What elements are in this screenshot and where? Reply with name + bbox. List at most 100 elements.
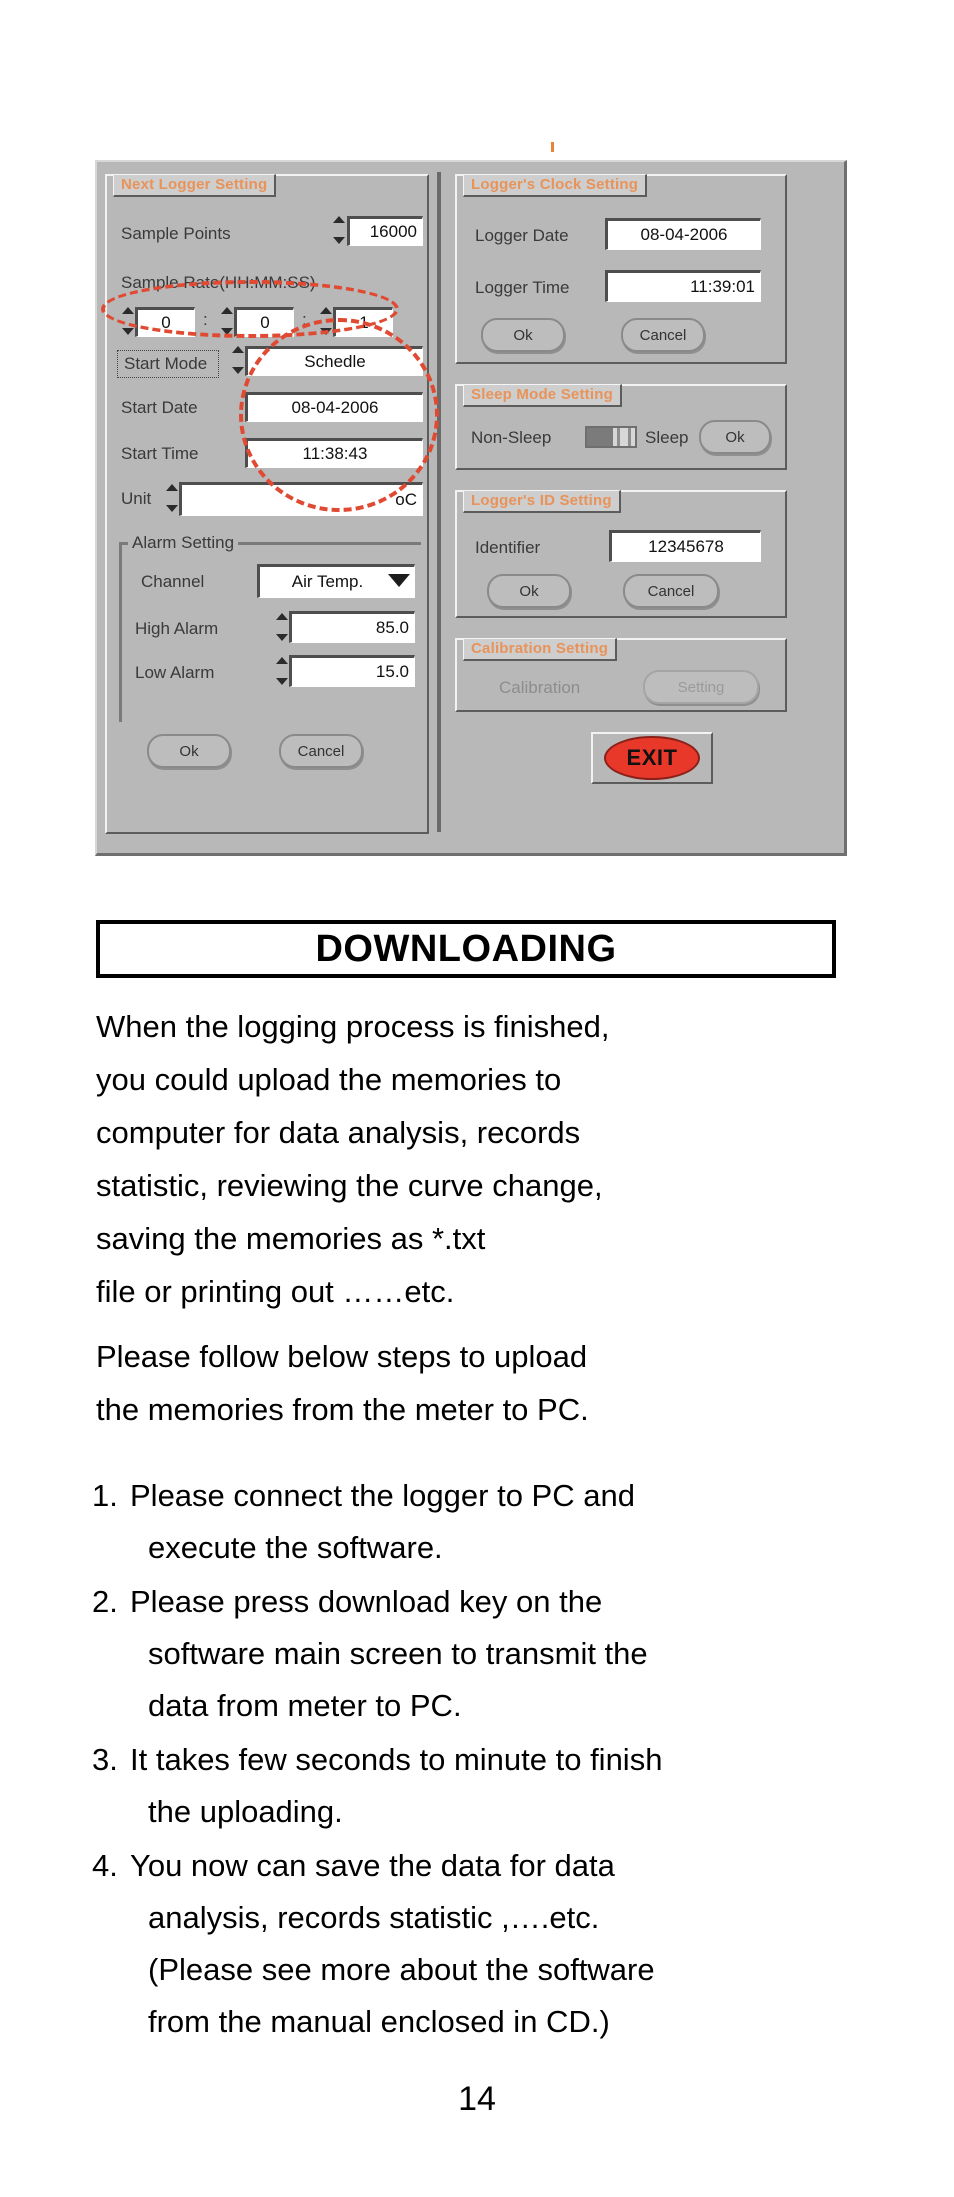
sample-rate-ss-spinner[interactable] bbox=[319, 307, 332, 335]
low-alarm-spinner[interactable] bbox=[275, 657, 288, 685]
text-line: It takes few seconds to minute to finish bbox=[130, 1742, 663, 1777]
steps-list: 1. Please connect the logger to PC and exe… bbox=[92, 1470, 892, 2050]
next-logger-cancel-button[interactable]: Cancel bbox=[279, 734, 363, 768]
sample-rate-hh-input[interactable]: 0 bbox=[135, 307, 195, 337]
sleep-mode-toggle[interactable] bbox=[585, 426, 637, 448]
page-number: 14 bbox=[458, 2080, 496, 2118]
unit-spinner[interactable] bbox=[165, 484, 178, 512]
sample-points-label: Sample Points bbox=[121, 224, 231, 243]
calibration-setting-title: Calibration Setting bbox=[463, 638, 618, 661]
text-line: Please follow below steps to upload bbox=[96, 1339, 588, 1374]
next-logger-setting-title: Next Logger Setting bbox=[113, 174, 277, 197]
loggers-id-setting-panel: Logger's ID Setting Identifier 12345678 … bbox=[455, 490, 787, 618]
sample-points-spinner[interactable] bbox=[332, 216, 345, 244]
start-mode-input[interactable]: Schedle bbox=[245, 346, 423, 376]
start-mode-spinner[interactable] bbox=[231, 346, 244, 374]
identifier-label: Identifier bbox=[475, 538, 541, 557]
start-time-input[interactable]: 11:38:43 bbox=[245, 438, 423, 468]
calibration-label: Calibration bbox=[499, 678, 581, 697]
list-item-number: 4. bbox=[92, 1848, 118, 1883]
column-divider bbox=[437, 172, 441, 832]
text-line: you could upload the memories to bbox=[96, 1062, 562, 1097]
rate-colon-1: : bbox=[203, 310, 208, 329]
list-item-body: You now can save the data for data analys… bbox=[130, 1840, 892, 2048]
text-line: from the manual enclosed in CD.) bbox=[148, 2004, 610, 2039]
clock-ok-button[interactable]: Ok bbox=[481, 318, 565, 352]
text-line: software main screen to transmit the bbox=[148, 1636, 648, 1671]
text-line: (Please see more about the software bbox=[148, 1952, 655, 1987]
loggers-clock-setting-panel: Logger's Clock Setting Logger Date 08-04… bbox=[455, 174, 787, 364]
logger-settings-dialog: Next Logger Setting Sample Points 16000 … bbox=[95, 160, 847, 856]
text-line: statistic, reviewing the curve change, bbox=[96, 1168, 603, 1203]
text-line: saving the memories as *.txt bbox=[96, 1221, 486, 1256]
calibration-setting-panel: Calibration Setting Calibration Setting bbox=[455, 638, 787, 712]
sleep-mode-setting-panel: Sleep Mode Setting Non-Sleep Sleep Ok bbox=[455, 384, 787, 470]
orange-tick-mark bbox=[551, 142, 554, 152]
logger-time-label: Logger Time bbox=[475, 278, 570, 297]
paragraph-instructions: Please follow below steps to upload the m… bbox=[96, 1330, 886, 1436]
text-line: When the logging process is finished, bbox=[96, 1009, 610, 1044]
text-line: data from meter to PC. bbox=[148, 1688, 462, 1723]
high-alarm-label: High Alarm bbox=[135, 619, 219, 638]
sample-rate-label: Sample Rate(HH:MM:SS) bbox=[121, 273, 316, 292]
calibration-setting-button[interactable]: Setting bbox=[643, 670, 759, 704]
start-time-label: Start Time bbox=[121, 444, 199, 463]
text-line: computer for data analysis, records bbox=[96, 1115, 581, 1150]
logger-time-input[interactable]: 11:39:01 bbox=[605, 270, 761, 302]
list-item-body: It takes few seconds to minute to finish… bbox=[130, 1734, 892, 1838]
text-line: analysis, records statistic ,….etc. bbox=[148, 1900, 600, 1935]
list-item: 2. Please press download key on the softwa… bbox=[92, 1576, 892, 1732]
low-alarm-input[interactable]: 15.0 bbox=[289, 655, 415, 687]
sleep-label: Sleep bbox=[645, 428, 689, 447]
text-line: the memories from the meter to PC. bbox=[96, 1392, 589, 1427]
chevron-down-icon[interactable] bbox=[388, 574, 410, 587]
unit-input[interactable]: oC bbox=[179, 482, 423, 516]
exit-button-frame: EXIT bbox=[591, 732, 713, 784]
exit-button[interactable]: EXIT bbox=[604, 736, 700, 780]
identifier-input[interactable]: 12345678 bbox=[609, 530, 761, 562]
logger-date-input[interactable]: 08-04-2006 bbox=[605, 218, 761, 250]
toggle-bars bbox=[613, 428, 635, 446]
loggers-clock-setting-title: Logger's Clock Setting bbox=[463, 174, 648, 197]
list-item-number: 2. bbox=[92, 1584, 118, 1619]
section-heading-downloading: DOWNLOADING bbox=[96, 920, 836, 978]
rate-colon-2: : bbox=[302, 310, 307, 329]
sample-rate-mm-spinner[interactable] bbox=[220, 307, 233, 335]
alarm-setting-caption: Alarm Setting bbox=[128, 533, 239, 553]
logger-date-label: Logger Date bbox=[475, 226, 569, 245]
next-logger-setting-panel: Next Logger Setting Sample Points 16000 … bbox=[105, 174, 429, 834]
sample-rate-mm-input[interactable]: 0 bbox=[234, 307, 294, 337]
sleep-mode-setting-title: Sleep Mode Setting bbox=[463, 384, 622, 407]
text-line: execute the software. bbox=[148, 1530, 443, 1565]
high-alarm-input[interactable]: 85.0 bbox=[289, 611, 415, 643]
start-mode-label: Start Mode bbox=[117, 350, 219, 378]
list-item-body: Please press download key on the software… bbox=[130, 1576, 892, 1732]
sample-points-input[interactable]: 16000 bbox=[347, 216, 423, 246]
text-line: Please connect the logger to PC and bbox=[130, 1478, 635, 1513]
section-heading-text: DOWNLOADING bbox=[315, 927, 617, 970]
non-sleep-label: Non-Sleep bbox=[471, 428, 552, 447]
list-item: 1. Please connect the logger to PC and exe… bbox=[92, 1470, 892, 1574]
id-ok-button[interactable]: Ok bbox=[487, 574, 571, 608]
next-logger-ok-button[interactable]: Ok bbox=[147, 734, 231, 768]
text-line: You now can save the data for data bbox=[130, 1848, 615, 1883]
toggle-knob bbox=[587, 428, 613, 446]
list-item-number: 1. bbox=[92, 1478, 118, 1513]
start-date-label: Start Date bbox=[121, 398, 198, 417]
channel-label: Channel bbox=[141, 572, 205, 591]
paragraph-intro: When the logging process is finished, you… bbox=[96, 1000, 886, 1318]
loggers-id-setting-title: Logger's ID Setting bbox=[463, 490, 621, 513]
sleep-ok-button[interactable]: Ok bbox=[699, 420, 771, 454]
list-item: 4. You now can save the data for data anal… bbox=[92, 1840, 892, 2048]
clock-cancel-button[interactable]: Cancel bbox=[621, 318, 705, 352]
text-line: the uploading. bbox=[148, 1794, 343, 1829]
start-date-input[interactable]: 08-04-2006 bbox=[245, 392, 423, 422]
id-cancel-button[interactable]: Cancel bbox=[623, 574, 719, 608]
high-alarm-spinner[interactable] bbox=[275, 613, 288, 641]
text-line: file or printing out ……etc. bbox=[96, 1274, 455, 1309]
list-item: 3. It takes few seconds to minute to fini… bbox=[92, 1734, 892, 1838]
sample-rate-hh-spinner[interactable] bbox=[121, 307, 134, 335]
logger-setting-dialog-figure: Next Logger Setting Sample Points 16000 … bbox=[95, 142, 855, 860]
sample-rate-ss-input[interactable]: 1 bbox=[333, 307, 393, 337]
list-item-number: 3. bbox=[92, 1742, 118, 1777]
